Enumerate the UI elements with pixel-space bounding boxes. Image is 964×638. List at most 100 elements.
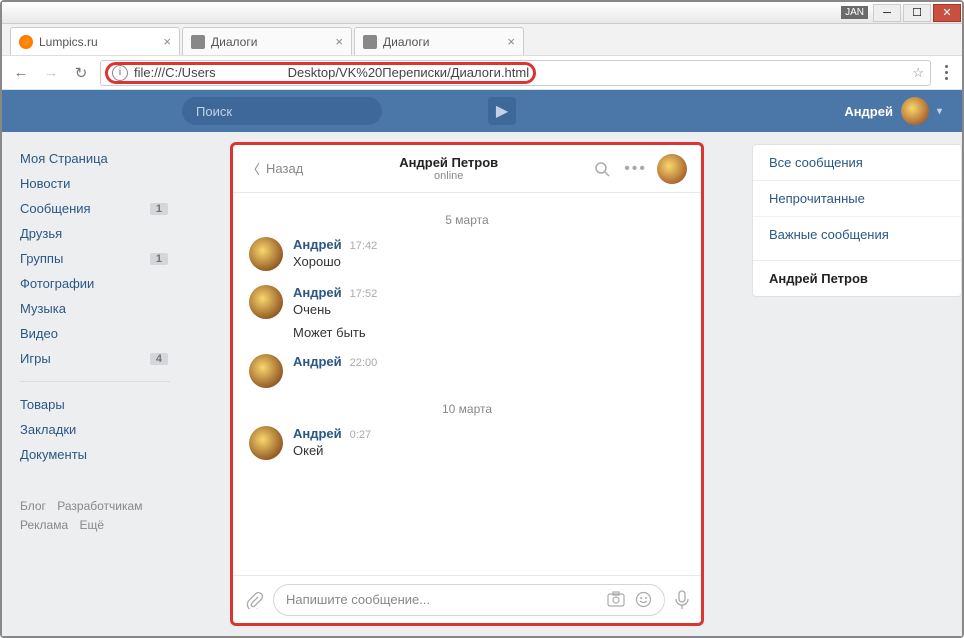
message-avatar[interactable]	[249, 354, 283, 388]
play-button[interactable]: ▶	[488, 97, 516, 125]
browser-tab[interactable]: Диалоги ×	[182, 27, 352, 55]
url-text-prefix: file:///C:/Users	[134, 65, 216, 80]
back-link[interactable]: 〈 Назад	[247, 159, 303, 178]
separator	[20, 381, 170, 382]
footer-link[interactable]: Ещё	[79, 518, 104, 532]
footer-link[interactable]: Разработчикам	[57, 499, 142, 513]
message-time: 17:52	[350, 288, 378, 300]
minimize-button[interactable]: ─	[873, 4, 901, 22]
nav-item[interactable]: Новости	[20, 171, 182, 196]
user-menu[interactable]: Андрей ▾	[844, 97, 942, 125]
nav-item-label: Сообщения	[20, 201, 91, 216]
nav-item[interactable]: Моя Страница	[20, 146, 182, 171]
filter-item[interactable]: Важные сообщения	[753, 217, 961, 252]
window-titlebar: JAN ─ ☐ ✕	[2, 2, 962, 24]
chat-title: Андрей Петров online	[303, 155, 594, 182]
url-input[interactable]: i file:///C:/Users Desktop/VK%20Переписк…	[100, 60, 931, 86]
tab-label: Диалоги	[211, 35, 257, 49]
left-nav: Моя Страница Новости Сообщения 1 ДрузьяГрупп…	[2, 132, 182, 636]
filter-item-active[interactable]: Андрей Петров	[753, 260, 961, 296]
nav-item[interactable]: Группы1	[20, 246, 182, 271]
browser-tab[interactable]: Lumpics.ru ×	[10, 27, 180, 55]
search-icon[interactable]	[594, 161, 610, 177]
lang-indicator: JAN	[841, 6, 868, 19]
date-separator: 10 марта	[249, 402, 685, 416]
nav-item[interactable]: Закладки	[20, 417, 182, 442]
url-highlight: i file:///C:/Users Desktop/VK%20Переписк…	[105, 62, 536, 84]
message-sender[interactable]: Андрей	[293, 285, 342, 300]
browser-menu-icon[interactable]	[939, 65, 954, 80]
message-text: Очень	[293, 302, 377, 317]
footer-link[interactable]: Блог	[20, 499, 46, 513]
search-input[interactable]: Поиск	[182, 97, 382, 125]
camera-icon[interactable]	[607, 591, 625, 608]
chat-header: 〈 Назад Андрей Петров online •••	[233, 145, 701, 193]
mic-icon[interactable]	[675, 590, 689, 610]
nav-item-label: Музыка	[20, 301, 66, 316]
nav-badge: 4	[150, 353, 168, 365]
username: Андрей	[844, 104, 893, 119]
message-time: 17:42	[350, 240, 378, 252]
chat-column: 〈 Назад Андрей Петров online ••• 5 марта…	[182, 132, 752, 636]
right-column: Все сообщения Непрочитанные Важные сообщ…	[752, 132, 962, 636]
tab-label: Диалоги	[383, 35, 429, 49]
message-avatar[interactable]	[249, 237, 283, 271]
maximize-button[interactable]: ☐	[903, 4, 931, 22]
back-button[interactable]: ←	[10, 62, 32, 84]
date-separator: 5 марта	[249, 213, 685, 227]
nav-item[interactable]: Видео	[20, 321, 182, 346]
message-text: Хорошо	[293, 254, 377, 269]
message: Андрей0:27Окей	[249, 426, 685, 460]
filter-box: Все сообщения Непрочитанные Важные сообщ…	[752, 144, 962, 297]
info-icon[interactable]: i	[112, 65, 128, 81]
filter-item[interactable]: Непрочитанные	[753, 181, 961, 217]
nav-item[interactable]: Товары	[20, 392, 182, 417]
message-input[interactable]: Напишите сообщение...	[273, 584, 665, 616]
nav-item-label: Фотографии	[20, 276, 94, 291]
nav-item[interactable]: Сообщения 1	[20, 196, 182, 221]
forward-button[interactable]: →	[40, 62, 62, 84]
nav-item-label: Моя Страница	[20, 151, 108, 166]
message-avatar[interactable]	[249, 285, 283, 319]
nav-item[interactable]: Музыка	[20, 296, 182, 321]
tab-close-icon[interactable]: ×	[163, 34, 171, 49]
chat-panel: 〈 Назад Андрей Петров online ••• 5 марта…	[232, 144, 702, 624]
browser-tab[interactable]: Диалоги ×	[354, 27, 524, 55]
message-avatar[interactable]	[249, 426, 283, 460]
message-sender[interactable]: Андрей	[293, 426, 342, 441]
message-composer: Напишите сообщение...	[233, 575, 701, 623]
nav-item-label: Игры	[20, 351, 51, 366]
nav-badge: 1	[150, 203, 168, 215]
messages-list[interactable]: 5 марта Андрей 17:42 Хорошо Андрей 17:52 Оче…	[233, 193, 701, 575]
content-area: Моя Страница Новости Сообщения 1 ДрузьяГрупп…	[2, 132, 962, 636]
footer-link[interactable]: Реклама	[20, 518, 68, 532]
reload-button[interactable]: ↻	[70, 62, 92, 84]
filter-item[interactable]: Все сообщения	[753, 145, 961, 181]
emoji-icon[interactable]	[635, 591, 652, 608]
nav-item[interactable]: Игры 4	[20, 346, 182, 371]
tab-label: Lumpics.ru	[39, 35, 98, 49]
message-sender[interactable]: Андрей	[293, 237, 342, 252]
nav-item[interactable]: Друзья	[20, 221, 182, 246]
address-bar-row: ← → ↻ i file:///C:/Users Desktop/VK%20Пе…	[2, 56, 962, 90]
chevron-left-icon: 〈	[247, 159, 260, 178]
footer-links: Блог Разработчикам Реклама Ещё	[20, 491, 182, 541]
chevron-down-icon: ▾	[937, 106, 942, 117]
tab-close-icon[interactable]: ×	[507, 34, 515, 49]
more-icon[interactable]: •••	[624, 160, 647, 178]
message-sender[interactable]: Андрей	[293, 354, 342, 369]
chat-avatar[interactable]	[657, 154, 687, 184]
message-time: 0:27	[350, 429, 371, 441]
bookmark-star-icon[interactable]: ☆	[912, 65, 924, 81]
nav-badge: 1	[150, 253, 168, 265]
message-time: 22:00	[350, 357, 378, 369]
attach-icon[interactable]	[245, 591, 263, 609]
nav-item[interactable]: Документы	[20, 442, 182, 467]
message: Андрей 17:42 Хорошо	[249, 237, 685, 271]
nav-item-label: Документы	[20, 447, 87, 462]
nav-item[interactable]: Фотографии	[20, 271, 182, 296]
tab-close-icon[interactable]: ×	[335, 34, 343, 49]
close-button[interactable]: ✕	[933, 4, 961, 22]
favicon-icon	[363, 35, 377, 49]
nav-item-label: Новости	[20, 176, 70, 191]
